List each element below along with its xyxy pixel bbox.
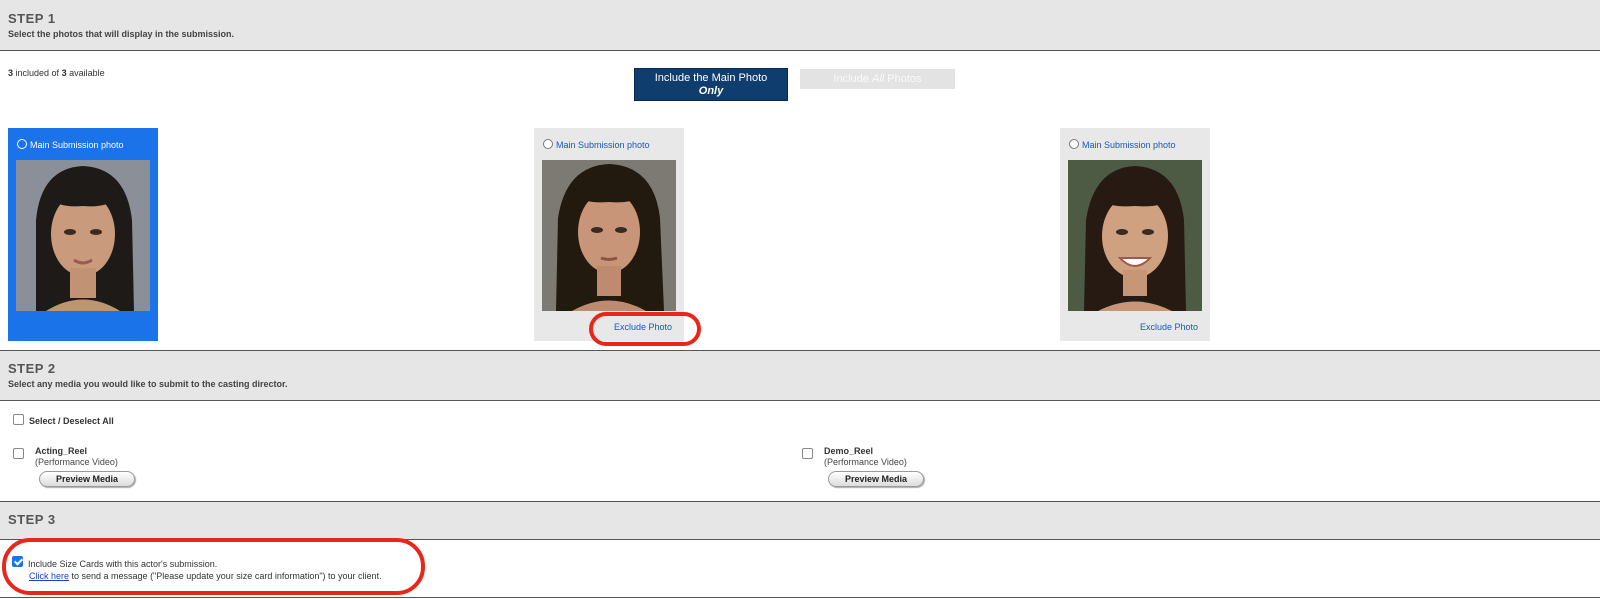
- include-all-pre: Include: [833, 73, 872, 85]
- include-all-post: Photos: [884, 73, 922, 85]
- step2-header: STEP 2 Select any media you would like t…: [0, 351, 1600, 401]
- select-all-checkbox[interactable]: [13, 414, 24, 425]
- headshot-image-2: [542, 160, 676, 311]
- step2-subtitle: Select any media you would like to submi…: [8, 379, 288, 389]
- highlight-size-cards: [2, 538, 425, 595]
- demo-reel-checkbox[interactable]: [802, 448, 813, 459]
- main-photo-label-2[interactable]: Main Submission photo: [556, 140, 650, 150]
- include-main-label: Include the Main Photo: [654, 72, 768, 84]
- photo-card-2: Main Submission photo Exclude Photo: [534, 128, 684, 341]
- photo-card-3: Main Submission photo Exclude Photo: [1060, 128, 1210, 341]
- exclude-photo-link-3[interactable]: Exclude Photo: [1140, 322, 1198, 332]
- step1-subtitle: Select the photos that will display in t…: [8, 29, 235, 39]
- main-photo-radio-2[interactable]: [543, 139, 553, 149]
- step3-header: STEP 3: [0, 502, 1600, 540]
- preview-media-button-1[interactable]: Preview Media: [39, 471, 135, 487]
- include-main-photo-only-button[interactable]: Include the Main Photo Only: [634, 68, 788, 101]
- photo-count: 3 included of 3 available: [8, 68, 105, 78]
- headshot-image-1: [16, 160, 150, 311]
- main-photo-label-3[interactable]: Main Submission photo: [1082, 140, 1176, 150]
- acting-reel-checkbox[interactable]: [13, 448, 24, 459]
- main-photo-radio-3[interactable]: [1069, 139, 1079, 149]
- main-photo-label-1: Main Submission photo: [30, 140, 124, 150]
- photo-card-1[interactable]: Main Submission photo: [8, 128, 158, 341]
- divider-step3: [0, 597, 1600, 598]
- headshot-image-3: [1068, 160, 1202, 311]
- step1-header: STEP 1 Select the photos that will displ…: [0, 0, 1600, 51]
- acting-reel-type: (Performance Video): [35, 457, 118, 467]
- include-all-em: All: [871, 73, 885, 85]
- demo-reel-name: Demo_Reel: [824, 446, 874, 456]
- demo-reel-type: (Performance Video): [824, 457, 907, 467]
- step2-title: STEP 2: [8, 361, 56, 376]
- select-all-label: Select / Deselect All: [29, 416, 114, 426]
- step1-title: STEP 1: [8, 11, 56, 26]
- count-of-text: included of: [13, 68, 62, 78]
- include-main-only-label: Only: [698, 85, 724, 97]
- highlight-exclude-photo: [589, 312, 701, 346]
- acting-reel-name: Acting_Reel: [35, 446, 88, 456]
- step3-title: STEP 3: [8, 512, 56, 527]
- main-photo-radio-1[interactable]: [17, 139, 27, 149]
- count-available-text: available: [66, 68, 105, 78]
- preview-media-button-2[interactable]: Preview Media: [828, 471, 924, 487]
- include-all-photos-button[interactable]: Include All Photos: [800, 69, 955, 89]
